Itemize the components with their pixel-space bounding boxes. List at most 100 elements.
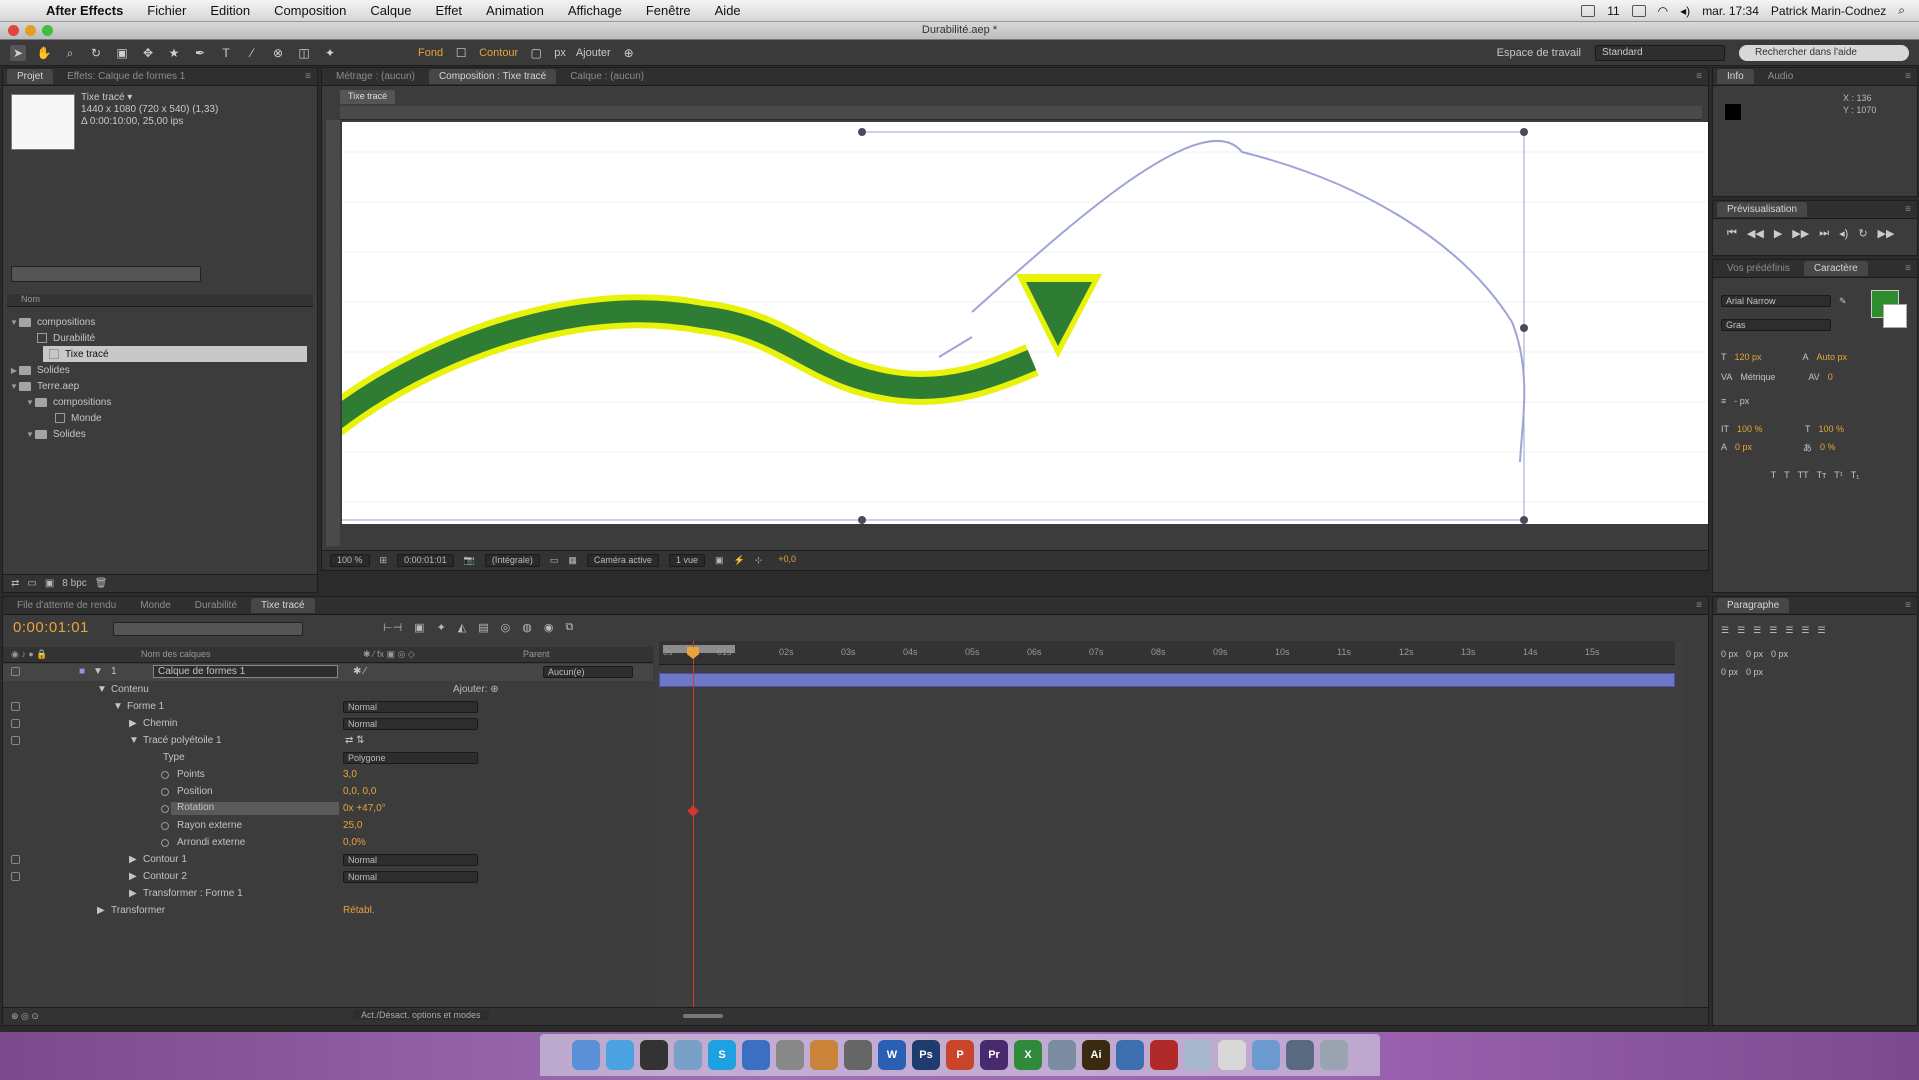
dock-settings-icon[interactable]	[776, 1040, 804, 1070]
list-item[interactable]: ▼ Terre.aep	[3, 378, 317, 394]
bit-depth-label[interactable]: 8 bpc	[62, 578, 86, 589]
space-after-value[interactable]: 0 px	[1746, 667, 1763, 677]
layer-color-label-icon[interactable]: ■	[79, 666, 85, 677]
dock-finder-icon[interactable]	[572, 1040, 600, 1070]
eraser-tool-icon[interactable]: ◫	[296, 45, 312, 61]
dock-photoshop-icon[interactable]: Ps	[912, 1040, 940, 1070]
project-column-header[interactable]: Nom	[7, 294, 313, 307]
property-row-outer-radius[interactable]: Rayon externe 25,0	[3, 818, 653, 835]
flowchart-icon[interactable]: ⊹	[755, 555, 763, 566]
indent-right-value[interactable]: 0 px	[1746, 649, 1763, 659]
disclosure-triangle-icon[interactable]: ▼	[113, 701, 123, 712]
space-before-value[interactable]: 0 px	[1721, 667, 1738, 677]
panel-menu-icon[interactable]: ≡	[1905, 600, 1911, 611]
pan-behind-tool-icon[interactable]: ✥	[140, 45, 156, 61]
font-style-select[interactable]: Gras	[1721, 319, 1831, 331]
align-right-icon[interactable]: ☰	[1753, 625, 1761, 636]
composition-canvas[interactable]	[342, 122, 1708, 524]
current-time-indicator[interactable]	[693, 641, 694, 1007]
disclosure-triangle-icon[interactable]: ▶	[129, 871, 137, 882]
last-frame-icon[interactable]: ⏭	[1819, 227, 1829, 240]
disclosure-triangle-icon[interactable]: ▶	[129, 888, 137, 899]
workspace-select[interactable]: Standard	[1595, 44, 1725, 61]
list-item[interactable]: Monde	[3, 410, 317, 426]
dock-tools-icon[interactable]	[742, 1040, 770, 1070]
visibility-toggle-icon[interactable]	[11, 702, 20, 711]
panel-menu-icon[interactable]: ≡	[1905, 263, 1911, 274]
reset-transform-link[interactable]: Rétabl.	[343, 905, 375, 916]
disclosure-triangle-icon[interactable]: ▼	[9, 382, 19, 391]
tab-caractere[interactable]: Caractère	[1803, 261, 1868, 276]
tab-projet[interactable]: Projet	[7, 69, 54, 84]
font-family-select[interactable]: Arial Narrow	[1721, 295, 1831, 307]
safe-zones-icon[interactable]: ⊞	[380, 555, 388, 566]
tsume-value[interactable]: 0 %	[1820, 442, 1836, 452]
dock-photos-icon[interactable]	[810, 1040, 838, 1070]
list-item[interactable]: Tixe tracé	[43, 346, 307, 362]
position-value[interactable]: 0,0, 0,0	[343, 786, 376, 797]
zoom-slider[interactable]	[683, 1014, 723, 1018]
camera-select[interactable]: Caméra active	[586, 554, 659, 567]
horizontal-ruler[interactable]	[340, 106, 1702, 120]
vertical-scale-value[interactable]: 100 %	[1737, 424, 1797, 434]
snapshot-icon[interactable]: 📷	[464, 555, 475, 566]
view-layout-select[interactable]: 1 vue	[668, 554, 705, 567]
stroke-size-label[interactable]: px	[554, 47, 566, 59]
list-item[interactable]: ▼ Solides	[3, 426, 317, 442]
hide-shy-icon[interactable]: ◭	[458, 621, 466, 634]
menu-affichage[interactable]: Affichage	[556, 3, 634, 18]
list-item[interactable]: ▶ Solides	[3, 362, 317, 378]
visibility-toggle-icon[interactable]	[11, 667, 20, 676]
resolution-select[interactable]: (Intégrale)	[484, 554, 540, 567]
property-row-position[interactable]: Position 0,0, 0,0	[3, 784, 653, 801]
disclosure-triangle-icon[interactable]: ▼	[129, 735, 139, 746]
list-item[interactable]: ▼ compositions	[3, 314, 317, 330]
live-update-icon[interactable]: ▣	[414, 621, 424, 634]
comp-flowchart-tab[interactable]: Tixe tracé	[340, 90, 396, 104]
all-caps-icon[interactable]: TT	[1798, 470, 1809, 480]
clone-tool-icon[interactable]: ⊗	[270, 45, 286, 61]
tab-info[interactable]: Info	[1717, 69, 1754, 84]
add-content-button[interactable]: Ajouter: ⊕	[453, 684, 499, 695]
pen-tool-icon[interactable]: ✒	[192, 45, 208, 61]
justify-right-icon[interactable]: ☰	[1801, 625, 1809, 636]
disclosure-triangle-icon[interactable]: ▼	[25, 398, 35, 407]
hand-tool-icon[interactable]: ✋	[36, 45, 52, 61]
menu-animation[interactable]: Animation	[474, 3, 556, 18]
stopwatch-icon[interactable]	[161, 839, 169, 847]
auto-keyframe-icon[interactable]: ◉	[544, 621, 554, 634]
stroke-swatch-icon[interactable]: ▢	[528, 45, 544, 61]
dock-illustrator-icon[interactable]: Ai	[1082, 1040, 1110, 1070]
visibility-toggle-icon[interactable]	[11, 855, 20, 864]
stroke-label[interactable]: Contour	[479, 47, 518, 59]
kerning-value[interactable]: Métrique	[1740, 372, 1800, 382]
visibility-toggle-icon[interactable]	[11, 872, 20, 881]
visibility-toggle-icon[interactable]	[11, 719, 20, 728]
current-time-display[interactable]: 0:00:01:01	[397, 554, 454, 567]
dock-mail-icon[interactable]	[674, 1040, 702, 1070]
dock-itunes-icon[interactable]	[640, 1040, 668, 1070]
dock-ical-icon[interactable]	[1218, 1040, 1246, 1070]
first-line-value[interactable]: 0 px	[1771, 649, 1788, 659]
fill-label[interactable]: Fond	[418, 47, 443, 59]
toggle-switches-modes-button[interactable]: Act./Désact. options et modes	[353, 1010, 489, 1020]
panel-menu-icon[interactable]: ≡	[1696, 600, 1702, 611]
add-icon[interactable]: ⊕	[621, 45, 637, 61]
menu-composition[interactable]: Composition	[262, 3, 358, 18]
transparency-grid-icon[interactable]: ▦	[568, 555, 577, 566]
motion-blur-icon[interactable]: ◎	[501, 621, 511, 634]
wifi-icon[interactable]: ◠	[1658, 4, 1668, 18]
spotlight-icon[interactable]: ⌕	[1898, 3, 1905, 18]
stroke-color-swatch[interactable]	[1883, 304, 1907, 328]
disclosure-triangle-icon[interactable]: ▶	[129, 718, 137, 729]
first-frame-icon[interactable]: ⏮	[1727, 227, 1737, 240]
timeline-search-input[interactable]	[113, 622, 303, 636]
fast-preview-icon[interactable]: ⚡	[733, 555, 744, 566]
next-frame-icon[interactable]: ▶▶	[1792, 227, 1809, 240]
stopwatch-icon[interactable]	[161, 822, 169, 830]
battery-label[interactable]: 11	[1607, 4, 1619, 18]
time-ruler[interactable]: 0s 01s 02s 03s 04s 05s 06s 07s 08s 09s 1…	[659, 641, 1675, 665]
menubar-clock[interactable]: mar. 17:34	[1702, 4, 1759, 18]
panel-menu-icon[interactable]: ≡	[305, 71, 311, 82]
dock-word-icon[interactable]: W	[878, 1040, 906, 1070]
